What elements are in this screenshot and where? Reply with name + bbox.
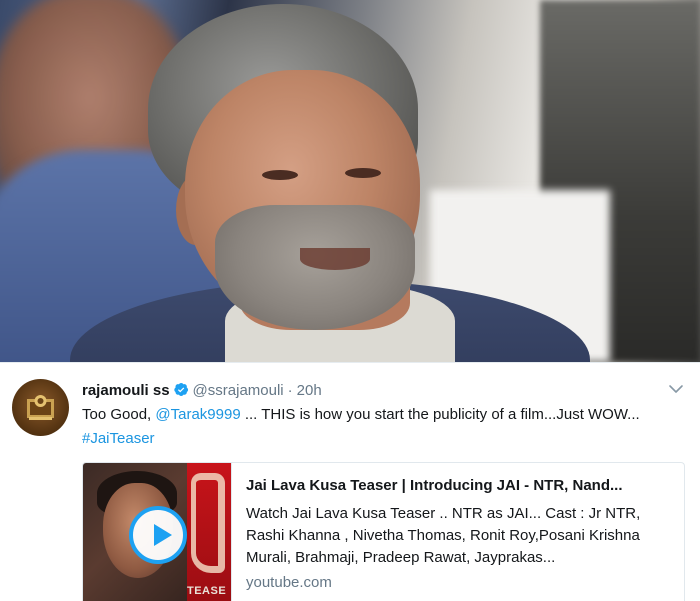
hashtag-link[interactable]: #JaiTeaser [82, 430, 155, 447]
display-name[interactable]: rajamouli ss [82, 382, 170, 399]
thumb-poster-glyph [191, 473, 225, 573]
tweet-text: Too Good, @Tarak9999 ... THIS is how you… [82, 403, 662, 451]
avatar[interactable] [12, 379, 69, 436]
avatar-emblem-icon [27, 395, 54, 420]
verified-badge-icon [173, 382, 188, 397]
card-description: Watch Jai Lava Kusa Teaser .. NTR as JAI… [246, 505, 641, 566]
card-domain: youtube.com [246, 574, 332, 591]
chevron-down-icon[interactable] [668, 381, 684, 397]
tweet: rajamouli ss @ssrajamouli · 20h Too Good, @… [0, 362, 700, 601]
subject-mouth [300, 248, 370, 270]
timestamp[interactable]: 20h [297, 382, 322, 399]
subject-eye-left [262, 170, 298, 180]
separator: · [287, 382, 293, 399]
tweet-text-part: ... THIS is how you start the publicity … [240, 406, 640, 423]
thumb-teaser-text: TEASE [187, 585, 227, 597]
handle[interactable]: @ssrajamouli [193, 382, 284, 399]
card-thumbnail[interactable]: TEASE [83, 463, 231, 601]
play-icon[interactable] [129, 506, 187, 564]
mention-link[interactable]: @Tarak9999 [155, 406, 240, 423]
subject-eye-right [345, 168, 381, 178]
card-body: Jai Lava Kusa Teaser | Introducing JAI -… [231, 463, 684, 601]
tweet-text-part: Too Good, [82, 406, 156, 423]
link-card[interactable]: TEASE Jai Lava Kusa Teaser | Introducing… [82, 462, 685, 601]
card-title[interactable]: Jai Lava Kusa Teaser | Introducing JAI -… [246, 475, 670, 497]
tweet-photo[interactable] [0, 0, 700, 362]
tweet-header: rajamouli ss @ssrajamouli · 20h [82, 381, 322, 401]
